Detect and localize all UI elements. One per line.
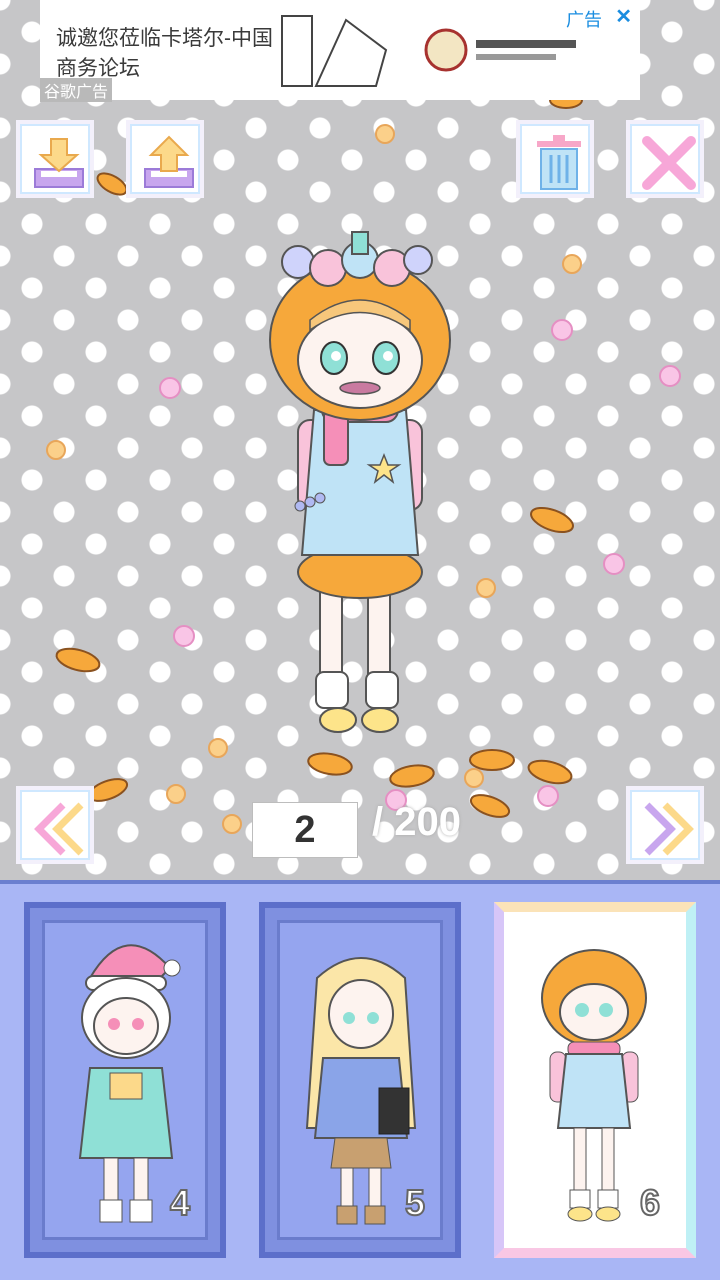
previous-page-button[interactable]: [16, 786, 94, 864]
ad-google-tag: 谷歌广告: [40, 78, 113, 102]
trash-icon: [537, 135, 581, 190]
ad-headline[interactable]: 诚邀您莅临卡塔尔-中国商务论坛: [56, 24, 286, 84]
dress-up-scene: 诚邀您莅临卡塔尔-中国商务论坛 谷歌广告 广告 ✕ 2 / 200: [0, 0, 720, 880]
ad-label: 广告: [566, 10, 602, 30]
ad-image[interactable]: [276, 10, 606, 92]
save-slot-6[interactable]: 6: [494, 902, 696, 1258]
download-icon: [34, 138, 84, 188]
page-total: / 200: [372, 800, 461, 844]
slot-number: 6: [639, 1181, 661, 1224]
double-chevron-left-icon: [34, 802, 84, 856]
delete-button[interactable]: [516, 120, 594, 198]
next-page-button[interactable]: [626, 786, 704, 864]
save-slot-4[interactable]: 4: [24, 902, 226, 1258]
slot-number: 4: [169, 1181, 191, 1224]
close-button[interactable]: [626, 120, 704, 198]
download-button[interactable]: [16, 120, 94, 198]
save-slot-5[interactable]: 5: [259, 902, 461, 1258]
upload-icon: [144, 135, 194, 188]
upload-button[interactable]: [126, 120, 204, 198]
slot-number: 5: [404, 1181, 426, 1224]
close-icon: [642, 136, 696, 190]
character-preview[interactable]: [250, 210, 470, 750]
double-chevron-right-icon: [644, 802, 694, 856]
page-number-input[interactable]: 2: [252, 802, 358, 858]
ad-banner[interactable]: 诚邀您莅临卡塔尔-中国商务论坛 谷歌广告 广告 ✕: [40, 0, 640, 102]
ad-close-icon[interactable]: ✕: [615, 4, 632, 29]
